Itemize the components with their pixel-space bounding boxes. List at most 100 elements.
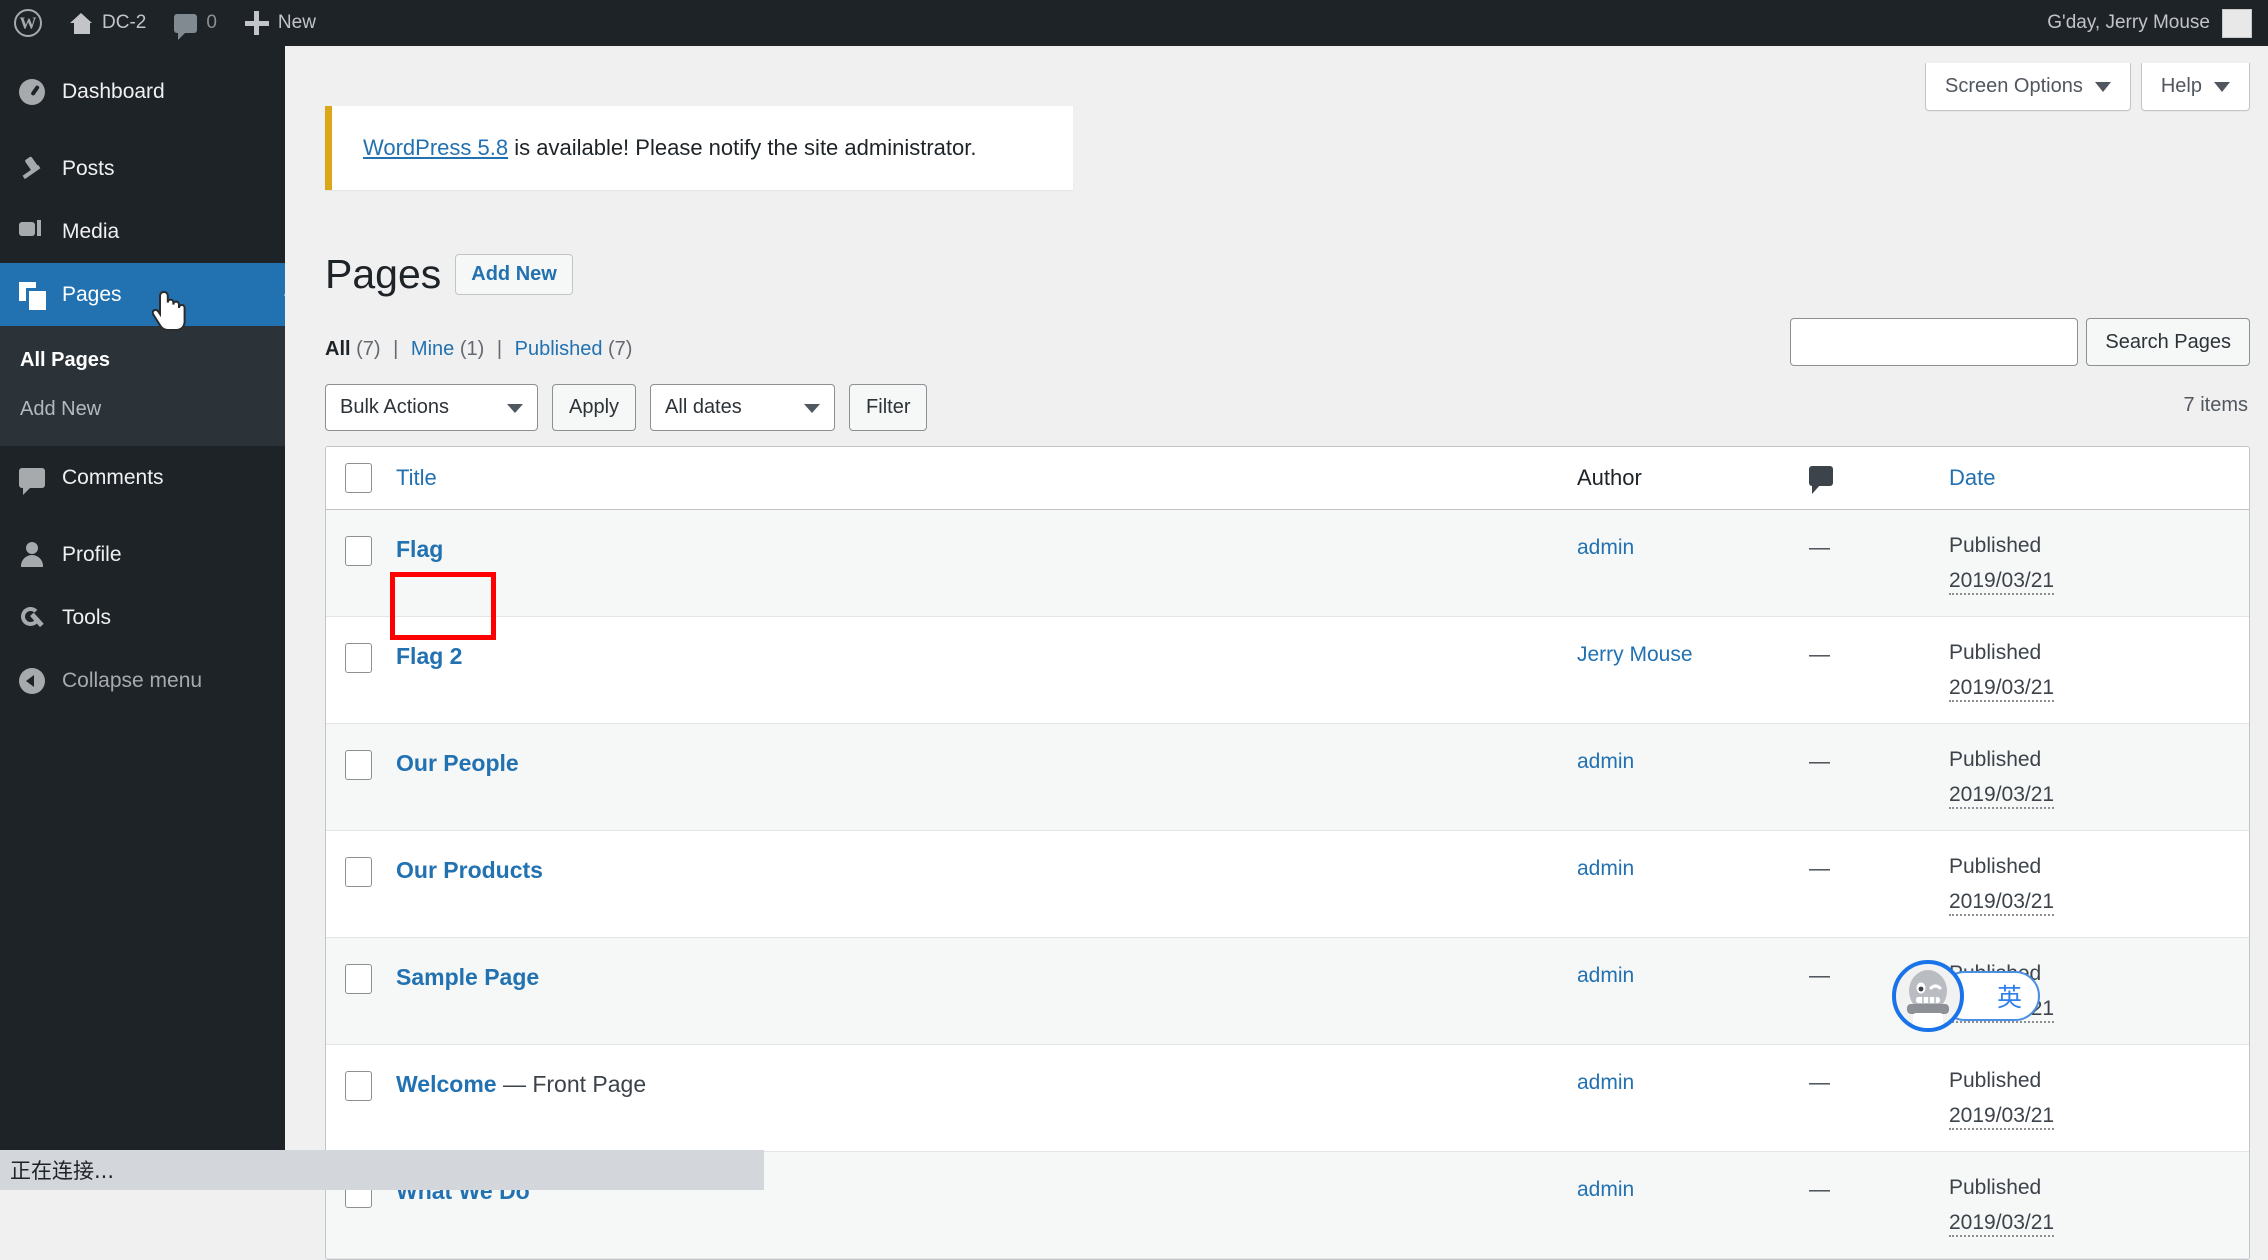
page-title-link[interactable]: Flag 2 <box>396 643 462 669</box>
comments-value: — <box>1809 750 1830 773</box>
date-state: Published <box>1949 748 2042 771</box>
screen-meta-links: Screen Options Help <box>1925 63 2250 111</box>
filter-separator: | <box>496 338 503 360</box>
sogou-robot-avatar[interactable] <box>1892 960 1964 1032</box>
table-header-row: Title Author Date <box>326 447 2249 510</box>
wordpress-update-link[interactable]: WordPress 5.8 <box>363 135 508 160</box>
new-content-menu-item[interactable]: New <box>231 0 330 46</box>
user-greeting: G'day, Jerry Mouse <box>2047 12 2210 33</box>
wp-logo-menu-item[interactable] <box>0 0 56 46</box>
ime-floating-widget[interactable]: 英 <box>1892 960 2042 1032</box>
pages-table: Title Author Date Flag admin — Published… <box>325 446 2250 1260</box>
table-row[interactable]: Our Products admin — Published 2019/03/2… <box>326 831 2249 938</box>
chevron-down-icon <box>2214 81 2230 92</box>
site-name-menu-item[interactable]: DC-2 <box>56 0 160 46</box>
date-state: Published <box>1949 1069 2042 1092</box>
filter-link-mine[interactable]: Mine <box>411 338 454 360</box>
date-state: Published <box>1949 641 2042 664</box>
author-link[interactable]: Jerry Mouse <box>1577 643 1693 666</box>
sidebar-item-posts[interactable]: Posts <box>0 137 285 200</box>
filter-link-published[interactable]: Published <box>515 338 603 360</box>
bulk-actions-select[interactable]: Bulk Actions <box>325 384 538 431</box>
page-title-link[interactable]: Welcome <box>396 1071 497 1097</box>
sidebar-item-collapse-menu[interactable]: Collapse menu <box>0 649 285 712</box>
row-select-cell <box>326 1045 390 1101</box>
sidebar-subitem-all-pages[interactable]: All Pages <box>0 336 285 385</box>
row-checkbox[interactable] <box>344 964 372 994</box>
home-icon <box>70 12 93 34</box>
page-title-link[interactable]: Sample Page <box>396 964 539 990</box>
sidebar-item-profile[interactable]: Profile <box>0 523 285 586</box>
comments-menu-item[interactable]: 0 <box>160 0 231 46</box>
search-form: Search Pages <box>1790 318 2250 366</box>
table-row[interactable]: Welcome — Front Page admin — Published 2… <box>326 1045 2249 1152</box>
sidebar-scroll-strip[interactable] <box>0 1134 285 1150</box>
page-title-link[interactable]: Our People <box>396 750 519 776</box>
row-checkbox[interactable] <box>344 1071 372 1101</box>
date-value: 2019/03/21 <box>1949 890 2055 916</box>
row-date-cell: Published 2019/03/21 <box>1949 1152 2249 1237</box>
screen-options-button[interactable]: Screen Options <box>1925 63 2131 111</box>
column-header-author: Author <box>1577 465 1809 491</box>
comments-count: 0 <box>206 12 217 33</box>
date-filter-select[interactable]: All dates <box>650 384 836 431</box>
select-all-checkbox[interactable] <box>344 463 372 493</box>
author-link[interactable]: admin <box>1577 857 1634 880</box>
collapse-arrow-icon <box>14 667 50 694</box>
account-menu-item[interactable]: G'day, Jerry Mouse <box>2047 0 2268 46</box>
row-checkbox[interactable] <box>344 536 372 566</box>
column-header-title-label: Title <box>396 465 437 490</box>
table-row[interactable]: Flag admin — Published 2019/03/21 <box>326 510 2249 617</box>
table-row[interactable]: Our People admin — Published 2019/03/21 <box>326 724 2249 831</box>
row-checkbox[interactable] <box>344 643 372 673</box>
column-header-date[interactable]: Date <box>1949 465 2249 491</box>
sidebar-item-tools[interactable]: Tools <box>0 586 285 649</box>
row-checkbox[interactable] <box>344 750 372 780</box>
search-pages-button[interactable]: Search Pages <box>2086 318 2250 366</box>
status-text: 正在连接... <box>10 1159 115 1183</box>
filter-count-mine: (1) <box>459 338 485 360</box>
row-select-cell <box>326 724 390 780</box>
screen-options-label: Screen Options <box>1945 75 2083 97</box>
page-title-link[interactable]: Our Products <box>396 857 543 883</box>
search-input[interactable] <box>1790 318 2079 366</box>
sidebar-item-comments[interactable]: Comments <box>0 446 285 509</box>
wrench-icon <box>14 605 50 631</box>
row-comments-cell: — <box>1809 510 1949 560</box>
filter-button[interactable]: Filter <box>849 384 928 431</box>
page-title: Pages <box>325 251 442 297</box>
table-row[interactable]: Flag 2 Jerry Mouse — Published 2019/03/2… <box>326 617 2249 724</box>
sidebar-subitem-label: All Pages <box>20 349 111 371</box>
row-date-cell: Published 2019/03/21 <box>1949 724 2249 809</box>
author-link[interactable]: admin <box>1577 536 1634 559</box>
row-author-cell: admin <box>1577 831 1809 881</box>
filter-count-published: (7) <box>608 338 633 360</box>
column-header-comments[interactable] <box>1809 465 1949 494</box>
help-button[interactable]: Help <box>2140 63 2250 111</box>
page-title-suffix: — Front Page <box>496 1071 647 1097</box>
date-state: Published <box>1949 1176 2042 1199</box>
view-filter-links: All (7) | Mine (1) | Published (7) <box>325 338 632 361</box>
pin-icon <box>14 156 50 182</box>
select-all-cell <box>326 463 390 493</box>
sidebar-subitem-add-new[interactable]: Add New <box>0 385 285 434</box>
comment-bubble-icon <box>174 13 198 40</box>
author-link[interactable]: admin <box>1577 964 1634 987</box>
sidebar-item-dashboard[interactable]: Dashboard <box>0 60 285 123</box>
site-name-label: DC-2 <box>102 12 147 33</box>
column-header-title[interactable]: Title <box>390 465 1577 491</box>
sidebar-item-media[interactable]: Media <box>0 200 285 263</box>
apply-button[interactable]: Apply <box>552 384 637 431</box>
row-comments-cell: — <box>1809 831 1949 881</box>
author-link[interactable]: admin <box>1577 750 1634 773</box>
filter-separator: | <box>393 338 399 360</box>
comments-value: — <box>1809 964 1830 987</box>
add-new-button[interactable]: Add New <box>455 254 573 295</box>
filter-link-all[interactable]: All <box>325 338 351 360</box>
table-navigation-top: Bulk Actions Apply All dates Filter <box>325 384 928 431</box>
sidebar-item-pages[interactable]: Pages <box>0 263 285 326</box>
page-title-link[interactable]: Flag <box>396 536 443 562</box>
row-checkbox[interactable] <box>344 857 372 887</box>
row-date-cell: Published 2019/03/21 <box>1949 510 2249 595</box>
author-link[interactable]: admin <box>1577 1071 1634 1094</box>
